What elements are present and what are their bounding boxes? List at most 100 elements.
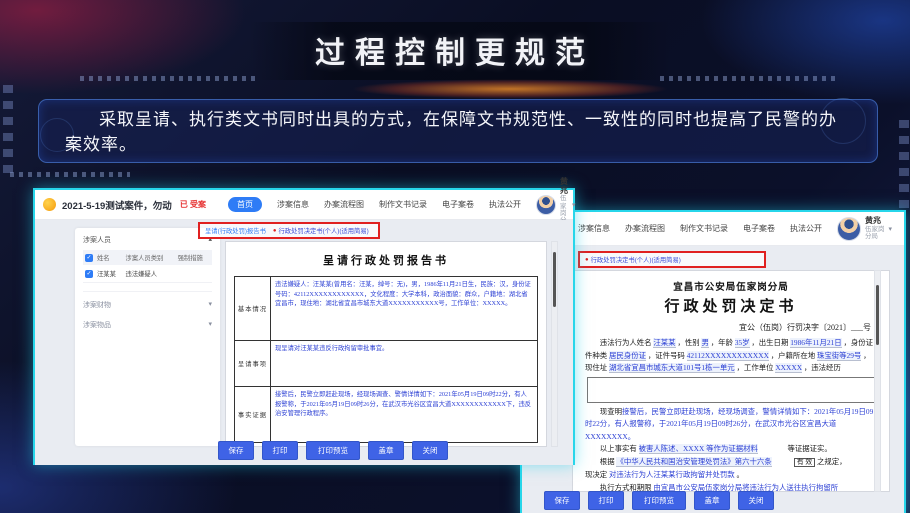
chevron-down-icon: ▾ <box>208 300 212 310</box>
col-category: 涉案人员类别 <box>124 250 176 265</box>
save-button[interactable]: 保存 <box>218 441 254 460</box>
save-button[interactable]: 保存 <box>544 491 580 510</box>
right-app-body: ● 行政处罚决定书(个人)(适用简易) 宜昌市公安局伍家岗分局 行政处罚决定书 … <box>522 246 904 513</box>
user-avatar <box>536 195 556 215</box>
left-doc-buttons: 保存 打印 打印预览 盖章 关闭 <box>35 441 573 460</box>
case-status-badge: 已 受案 <box>180 199 206 210</box>
persons-section-label: 涉案人员 <box>83 235 111 245</box>
squares-decoration <box>899 120 909 210</box>
left-app-body: 涉案人员 ▴ ✓ 姓名 涉案人员类别 强制措施 ✓ 汪某某 违法嫌疑人 <box>35 220 573 465</box>
tab-e-file[interactable]: 电子案卷 <box>442 199 474 210</box>
page-title: 过程控制更规范 <box>0 28 910 72</box>
close-button[interactable]: 关闭 <box>738 491 774 510</box>
person-category: 违法嫌疑人 <box>124 265 176 283</box>
right-app-header: 涉案信息 办案流程图 制作文书记录 电子案卷 执法公开 黄兆 伍家岗分局 ▾ <box>522 212 904 246</box>
doc-scrollbar[interactable] <box>551 241 558 447</box>
person-row[interactable]: ✓ 汪某某 违法嫌疑人 <box>83 265 212 283</box>
user-avatar <box>837 217 861 241</box>
scrollbar-thumb[interactable] <box>876 285 879 345</box>
user-meta: 黄兆 伍家岗分局 <box>865 217 884 240</box>
left-app-header: 2021-5-19测试案件，勿动 已 受案 首页 涉案信息 办案流程图 制作文书… <box>35 190 573 220</box>
table-row: 基本情况 违法嫌疑人：汪某某(曾用名：汪某，绰号：无)，男，1986年11月21… <box>235 277 538 341</box>
print-preview-button[interactable]: 打印预览 <box>632 491 686 510</box>
row-content-basic[interactable]: 违法嫌疑人：汪某某(曾用名：汪某，绰号：无)，男，1986年11月21日生，民族… <box>271 277 538 341</box>
right-doc-buttons: 保存 打印 打印预览 盖章 关闭 <box>522 491 904 510</box>
row-content-request[interactable]: 现呈请对汪某某违反行政拘留审批事宜。 <box>271 341 538 387</box>
doc-paragraph-decision: 现决定 对违法行为人汪某某行政拘留并处罚款 。 <box>585 469 877 482</box>
tab-law-public[interactable]: 执法公开 <box>489 199 521 210</box>
property-section-label: 涉案财物 <box>83 300 111 310</box>
print-button[interactable]: 打印 <box>262 441 298 460</box>
dots-decoration <box>10 172 130 177</box>
persons-table: ✓ 姓名 涉案人员类别 强制措施 ✓ 汪某某 违法嫌疑人 <box>83 250 212 283</box>
property-section-header[interactable]: 涉案财物 ▾ <box>83 291 212 312</box>
app-window-left: 2021-5-19测试案件，勿动 已 受案 首页 涉案信息 办案流程图 制作文书… <box>33 188 575 465</box>
dots-decoration <box>80 76 260 81</box>
tab-home[interactable]: 首页 <box>228 197 262 212</box>
case-title: 2021-5-19测试案件，勿动 <box>62 198 172 212</box>
penalty-decision-page: 宜昌市公安局伍家岗分局 行政处罚决定书 宜公（伍岗）行罚决字〔2021〕___号… <box>572 270 890 492</box>
table-row: 呈请事项 现呈请对汪某某违反行政拘留审批事宜。 <box>235 341 538 387</box>
tab-doc-records[interactable]: 制作文书记录 <box>379 199 427 210</box>
tab-law-public[interactable]: 执法公开 <box>790 223 822 234</box>
chevron-down-icon: ▾ <box>208 320 212 330</box>
description-text: 采取呈请、执行类文书同时出具的方式，在保障文书规范性、一致性的同时也提高了民警的… <box>65 107 851 157</box>
chevron-down-icon: ▾ <box>572 201 576 209</box>
doc-tab-penalty-decision[interactable]: 行政处罚决定书(个人)(适用简易) <box>591 255 681 264</box>
row-label-request: 呈请事项 <box>235 341 271 387</box>
stamp-button[interactable]: 盖章 <box>368 441 404 460</box>
penalty-report-page: 呈请行政处罚报告书 基本情况 违法嫌疑人：汪某某(曾用名：汪某，绰号：无)，男，… <box>225 241 547 447</box>
row-label-evidence: 事实证据 <box>235 387 271 443</box>
unsaved-dot-icon: ● <box>585 257 589 263</box>
case-coin-icon <box>43 198 56 211</box>
stamp-button[interactable]: 盖章 <box>694 491 730 510</box>
persons-section-header[interactable]: 涉案人员 ▴ <box>83 235 212 245</box>
persons-table-header-row: ✓ 姓名 涉案人员类别 强制措施 <box>83 250 212 265</box>
description-panel: 采取呈请、执行类文书同时出具的方式，在保障文书规范性、一致性的同时也提高了民警的… <box>38 99 878 163</box>
report-table: 基本情况 违法嫌疑人：汪某某(曾用名：汪某，绰号：无)，男，1986年11月21… <box>234 276 538 443</box>
row-label-basic: 基本情况 <box>235 277 271 341</box>
user-name: 黄兆 <box>560 178 568 196</box>
items-section-header[interactable]: 涉案物品 ▾ <box>83 314 212 332</box>
user-name: 黄兆 <box>865 217 884 226</box>
left-tab-bar: 首页 涉案信息 办案流程图 制作文书记录 电子案卷 执法公开 <box>228 197 536 212</box>
row-checkbox[interactable]: ✓ <box>85 270 93 278</box>
app-window-right: 涉案信息 办案流程图 制作文书记录 电子案卷 执法公开 黄兆 伍家岗分局 ▾ ●… <box>520 210 906 513</box>
doc-tab-report[interactable]: 呈请(行政处罚)报告书 <box>205 226 266 235</box>
chevron-down-icon: ▾ <box>888 225 892 233</box>
unsaved-dot-icon: ● <box>273 228 277 234</box>
right-tab-bar: 涉案信息 办案流程图 制作文书记录 电子案卷 执法公开 <box>578 223 837 234</box>
tab-e-file[interactable]: 电子案卷 <box>743 223 775 234</box>
tab-case-info[interactable]: 涉案信息 <box>578 223 610 234</box>
tab-case-info[interactable]: 涉案信息 <box>277 199 309 210</box>
tab-doc-records[interactable]: 制作文书记录 <box>680 223 728 234</box>
items-section-label: 涉案物品 <box>83 320 111 330</box>
doc-org-name: 宜昌市公安局伍家岗分局 <box>585 279 877 293</box>
close-button[interactable]: 关闭 <box>412 441 448 460</box>
print-button[interactable]: 打印 <box>588 491 624 510</box>
tab-flow-chart[interactable]: 办案流程图 <box>625 223 665 234</box>
col-measure: 强制措施 <box>176 250 212 265</box>
row-content-evidence[interactable]: 接警后，民警立即赶赴现场，经现场调查、警情详情如下：2021年05月19日09时… <box>271 387 538 443</box>
tab-flow-chart[interactable]: 办案流程图 <box>324 199 364 210</box>
person-measure <box>176 265 212 283</box>
doc-paragraph-facts: 现查明接警后，民警立即赶赴现场，经现场调查，警情详情如下：2021年05月19日… <box>585 406 877 444</box>
person-name: 汪某某 <box>95 265 124 283</box>
doc-paragraph-basicinfo: 违法行为人姓名 汪某某 ，性别 男 ，年龄 35岁 ，出生日期 1986年11月… <box>585 337 877 375</box>
scrollbar-thumb[interactable] <box>553 252 556 307</box>
left-doc-tab-annotation: 呈请(行政处罚)报告书 ● 行政处罚决定书(个人)(适用简易) <box>198 222 380 239</box>
right-doc-tab-annotation: ● 行政处罚决定书(个人)(适用简易) <box>578 251 766 268</box>
doc-title: 呈请行政处罚报告书 <box>234 252 538 268</box>
doc-paragraph-evidence: 以上事实有 被害人陈述、XXXX 等作为证据材料 等证据证实。 <box>585 443 877 456</box>
print-preview-button[interactable]: 打印预览 <box>306 441 360 460</box>
table-row: 事实证据 接警后，民警立即赶赴现场，经现场调查、警情详情如下：2021年05月1… <box>235 387 538 443</box>
involved-persons-panel: 涉案人员 ▴ ✓ 姓名 涉案人员类别 强制措施 ✓ 汪某某 违法嫌疑人 <box>75 228 220 446</box>
user-org: 伍家岗分局 <box>865 226 884 240</box>
doc-tab-penalty-decision[interactable]: 行政处罚决定书(个人)(适用简易) <box>279 226 369 235</box>
doc-scrollbar[interactable] <box>874 270 881 492</box>
select-all-checkbox[interactable]: ✓ <box>85 254 93 262</box>
doc-title: 行政处罚决定书 <box>585 295 877 316</box>
right-user-menu[interactable]: 黄兆 伍家岗分局 ▾ <box>837 217 892 241</box>
doc-number: 宜公（伍岗）行罚决字〔2021〕___号 <box>585 322 877 333</box>
history-field-box[interactable] <box>587 377 875 403</box>
